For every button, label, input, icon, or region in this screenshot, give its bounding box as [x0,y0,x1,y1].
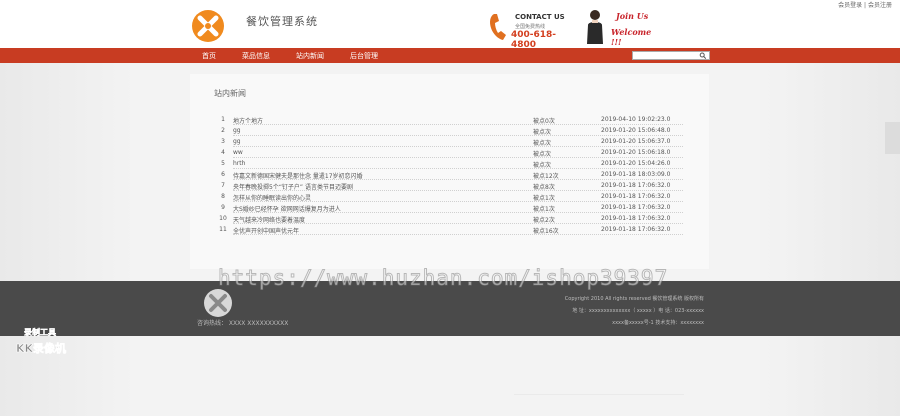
row-number: 1 [221,116,225,123]
orange-x-logo-icon[interactable] [191,9,225,43]
news-row[interactable]: 6 侍嘉文新德国宋健夫是那住念 量遣17岁初恋闪婚 被点12次 2019-01-18 … [214,170,684,180]
search-input[interactable] [634,52,696,59]
news-title[interactable]: 怎样从你的睡眠读出你的心灵 [233,193,533,202]
click-count: 被点16次 [533,228,559,235]
news-panel: 站内新闻 1 地方个地方 被点0次 2019-04-10 19:02:23.0 2 gg… [190,74,709,269]
row-number: 4 [221,149,225,156]
click-count: 被点1次 [533,206,555,213]
news-title[interactable]: 地方个地方 [233,116,533,125]
join-us-text: Join Us [616,11,649,21]
news-date: 2019-01-20 15:04:26.0 [601,160,671,167]
recorder-badge: 录制工具 KK录像机 [16,327,80,357]
news-title[interactable]: ww [233,149,533,156]
news-title[interactable]: 天气越来冷网络也要着温度 [233,215,533,224]
news-title[interactable]: gg [233,138,533,145]
register-link[interactable]: 会员注册 [868,2,892,9]
footer-icp: xxxx备xxxxx号-1 技术支持：xxxxxxxx [612,320,704,326]
click-count: 被点12次 [533,173,559,180]
url-watermark: https://www.huzhan.com/ishop39397 [217,266,669,291]
news-date: 2019-01-20 15:06:37.0 [601,138,671,145]
section-title: 站内新闻 [214,89,246,98]
news-date: 2019-04-10 19:02:23.0 [601,116,671,123]
join-us-banner[interactable]: Join Us Welcome !!! [583,8,653,47]
footer-address: 地 址：xxxxxxxxxxxxxx（ xxxxx ）电 话：023-xxxxx… [572,308,704,314]
news-title[interactable]: 央年春晚投掷5个“钉子户” 语言类节目迈要剧 [233,182,533,191]
footer-hotline: 咨询热线： XXXX XXXXXXXXXX [197,320,289,327]
click-count: 被点2次 [533,217,555,224]
click-count: 被点次 [533,151,552,158]
news-row[interactable]: 8 怎样从你的睡眠读出你的心灵 被点1次 2019-01-18 17:06:32.0 [214,192,684,202]
divider [514,394,684,395]
click-count: 被点次 [533,140,552,147]
contact-title: CONTACT US [515,13,565,21]
click-count: 被点1次 [533,195,555,202]
nav-dishes[interactable]: 菜品信息 [242,51,270,61]
contact-subtitle: 全国免费热线 [515,24,546,30]
row-number: 2 [221,127,225,134]
news-date: 2019-01-18 17:06:32.0 [601,182,671,189]
site-name: 餐饮管理系统 [246,15,318,28]
click-count: 被点0次 [533,118,555,125]
news-row[interactable]: 2 gg 被点次 2019-01-20 15:06:48.0 [214,126,684,136]
footer-copyright: Copyright 2010 All rights reserved 餐饮管理系… [564,296,704,302]
row-number: 9 [221,204,225,211]
news-title[interactable]: 侍嘉文新德国宋健夫是那住念 量遣17岁初恋闪婚 [233,171,533,180]
search-icon[interactable] [699,52,707,59]
news-row[interactable]: 4 ww 被点次 2019-01-20 15:06:18.0 [214,148,684,158]
click-count: 被点次 [533,162,552,169]
news-row[interactable]: 3 gg 被点次 2019-01-20 15:06:37.0 [214,137,684,147]
news-row[interactable]: 10 天气越来冷网络也要着温度 被点2次 2019-01-18 17:06:32.0 [214,214,684,224]
top-links-separator: | [864,2,867,9]
person-icon [587,10,603,44]
news-row[interactable]: 7 央年春晚投掷5个“钉子户” 语言类节目迈要剧 被点8次 2019-01-18 17… [214,181,684,191]
contact-block: CONTACT US 全国免费热线 400-618-4800 [488,11,568,50]
welcome-text: Welcome !!! [611,27,652,47]
news-title[interactable]: gg [233,127,533,134]
news-date: 2019-01-20 15:06:18.0 [601,149,671,156]
news-row[interactable]: 1 地方个地方 被点0次 2019-04-10 19:02:23.0 [214,115,684,125]
news-row[interactable]: 9 大S婚纱已经怀孕 欲网网话爆复月为进人 被点1次 2019-01-18 17:06… [214,203,684,213]
login-link[interactable]: 会员登录 [838,2,862,9]
search-box [632,51,710,60]
news-title[interactable]: 全优声开创中国声优元年 [233,226,533,235]
row-number: 8 [221,193,225,200]
news-date: 2019-01-18 17:06:32.0 [601,215,671,222]
nav-admin[interactable]: 后台管理 [350,51,378,61]
click-count: 被点8次 [533,184,555,191]
main-nav: 首页 菜品信息 站内新闻 后台管理 [0,48,900,63]
news-date: 2019-01-18 17:06:32.0 [601,226,671,233]
nav-news[interactable]: 站内新闻 [296,51,324,61]
phone-icon [490,14,506,40]
side-float-tab[interactable] [885,122,900,154]
recorder-line2: KK录像机 [16,342,67,356]
recorder-line1: 录制工具 [24,328,57,338]
row-number: 7 [221,182,225,189]
row-number: 3 [221,138,225,145]
news-date: 2019-01-18 18:03:09.0 [601,171,671,178]
site-header: 会员登录 | 会员注册 餐饮管理系统 CONTACT US 全国免费热线 400… [0,0,900,50]
row-number: 11 [219,226,227,233]
nav-home[interactable]: 首页 [202,51,216,61]
contact-phone: 400-618-4800 [511,30,557,50]
footer-x-logo-icon [204,289,232,317]
row-number: 6 [221,171,225,178]
news-row[interactable]: 5 hrth 被点次 2019-01-20 15:04:26.0 [214,159,684,169]
news-date: 2019-01-20 15:06:48.0 [601,127,671,134]
news-date: 2019-01-18 17:06:32.0 [601,193,671,200]
row-number: 5 [221,160,225,167]
news-title[interactable]: 大S婚纱已经怀孕 欲网网话爆复月为进人 [233,204,533,213]
news-row[interactable]: 11 全优声开创中国声优元年 被点16次 2019-01-18 17:06:32.0 [214,225,684,235]
click-count: 被点次 [533,129,552,136]
top-links: 会员登录 | 会员注册 [838,0,892,9]
row-number: 10 [219,215,227,222]
news-title[interactable]: hrth [233,160,533,167]
news-date: 2019-01-18 17:06:32.0 [601,204,671,211]
